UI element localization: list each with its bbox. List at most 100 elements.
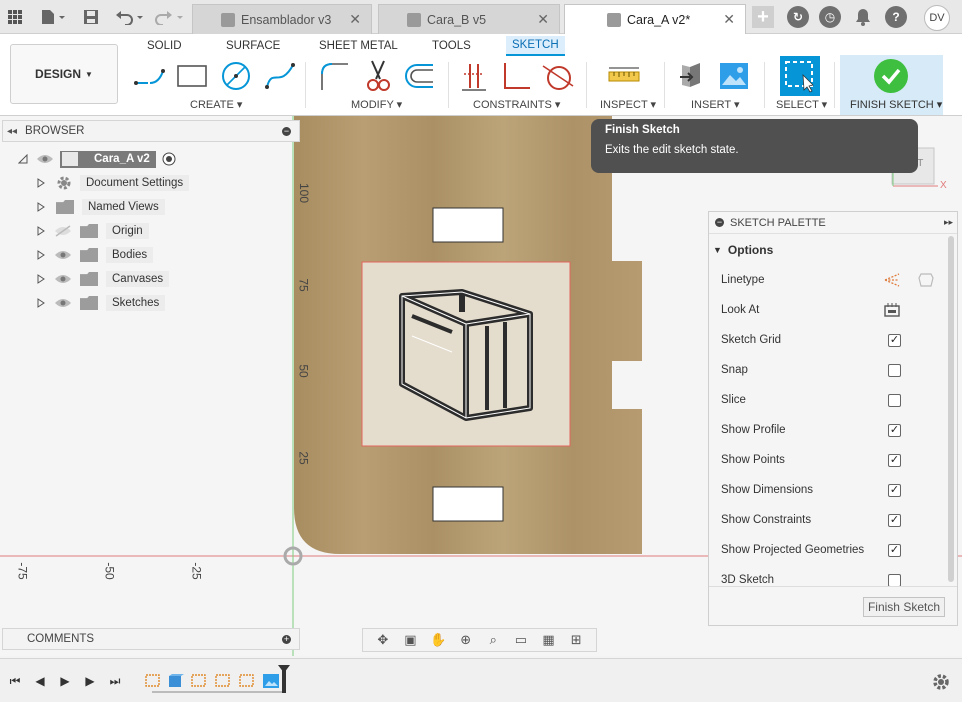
new-tab-button[interactable]: + [752,6,774,28]
show-profile-checkbox[interactable]: ✓ [888,423,901,437]
timeline-sketch-step[interactable] [214,673,232,689]
app-grid-icon[interactable] [6,7,24,27]
tab-cara-a[interactable]: Cara_A v2* ✕ [564,4,746,34]
inspect-group[interactable]: INSPECT ▾ [600,98,656,111]
tab-surface[interactable]: SURFACE [220,36,286,56]
insert-group[interactable]: INSERT ▾ [691,98,740,111]
show-dimensions-checkbox[interactable]: ✓ [888,483,901,497]
tab-solid[interactable]: SOLID [141,36,188,56]
job-status-icon[interactable]: ◷ [819,6,841,28]
tab-sheet-metal[interactable]: SHEET METAL [313,36,404,56]
step-back-icon[interactable]: ◀ [31,672,49,690]
eye-hidden-icon[interactable] [54,225,72,237]
minus-icon[interactable]: − [282,126,291,136]
tab-sketch[interactable]: SKETCH [506,36,565,56]
timeline-sketch-step[interactable] [190,673,208,689]
options-section[interactable]: ▼ Options [713,240,773,260]
3d-sketch-checkbox[interactable] [888,573,901,587]
tab-ensamblador[interactable]: Ensamblador v3 ✕ [192,4,372,34]
gear-icon[interactable] [932,673,950,691]
file-menu-icon[interactable] [38,7,68,27]
eye-icon[interactable] [54,297,72,309]
tab-tools[interactable]: TOOLS [426,36,477,56]
browser-item-document-settings[interactable]: Document Settings [0,171,190,195]
snap-checkbox[interactable] [888,363,901,377]
help-icon[interactable]: ? [885,6,907,28]
play-icon[interactable]: ▶ [56,672,74,690]
extensions-icon[interactable]: ↻ [787,6,809,28]
sketch-grid-checkbox[interactable]: ✓ [888,333,901,347]
orbit-icon[interactable]: ✥ [375,632,391,647]
undo-icon[interactable] [114,7,146,27]
save-icon[interactable] [82,7,100,27]
eye-icon[interactable] [36,153,54,165]
linetype-toggle-icon[interactable] [917,272,935,288]
show-points-checkbox[interactable]: ✓ [888,453,901,467]
eye-icon[interactable] [54,273,72,285]
trim-icon[interactable] [360,58,396,94]
plus-icon[interactable]: + [282,634,291,644]
insert-derive-icon[interactable] [676,58,712,94]
spline-icon[interactable] [262,58,298,94]
browser-root[interactable]: Cara_A v2 [0,147,176,171]
redo-icon[interactable] [154,7,186,27]
close-icon[interactable]: ✕ [537,11,549,28]
browser-item-named-views[interactable]: Named Views [0,195,165,219]
look-at-icon[interactable] [883,302,901,318]
finish-sketch-button[interactable]: FINISH SKETCH ▾ [840,55,943,115]
circle-icon[interactable] [218,58,254,94]
constraints-group[interactable]: CONSTRAINTS ▾ [473,98,560,111]
browser-item-canvases[interactable]: Canvases [0,267,170,291]
insert-canvas-icon[interactable] [716,58,752,94]
zoom-icon[interactable]: ⊕ [458,632,474,647]
viewports-icon[interactable]: ⊞ [568,632,584,647]
rectangle-icon[interactable] [174,58,210,94]
slice-checkbox[interactable] [888,393,901,407]
expand-arrow-icon[interactable] [36,274,46,284]
timeline-extrude-step[interactable] [166,673,184,689]
tangent-constraint-icon[interactable] [540,58,576,94]
expanded-arrow-icon[interactable] [18,154,28,164]
browser-item-origin[interactable]: Origin [0,219,149,243]
timeline-sketch-step[interactable] [144,673,162,689]
close-icon[interactable]: ✕ [723,11,735,28]
root-component[interactable]: Cara_A v2 [60,150,156,168]
browser-header[interactable]: ◂◂ BROWSER − [2,120,300,142]
expand-arrow-icon[interactable] [36,226,46,236]
eye-icon[interactable] [54,249,72,261]
minus-icon[interactable]: − [715,218,724,227]
tab-cara-b[interactable]: Cara_B v5 ✕ [378,4,560,34]
expand-arrow-icon[interactable] [36,298,46,308]
select-icon[interactable] [780,56,820,96]
timeline-canvas-step[interactable] [262,673,280,689]
expand-arrow-icon[interactable] [36,202,46,212]
avatar[interactable]: DV [924,5,950,31]
line-icon[interactable] [132,58,168,94]
close-icon[interactable]: ✕ [349,11,361,28]
modify-group[interactable]: MODIFY ▾ [351,98,402,111]
create-group[interactable]: CREATE ▾ [190,98,242,111]
perpendicular-constraint-icon[interactable] [498,58,534,94]
finish-sketch-palette-button[interactable]: Finish Sketch [862,597,945,617]
collapse-icon[interactable]: ◂◂ [7,126,17,137]
show-constraints-checkbox[interactable]: ✓ [888,513,901,527]
go-to-start-icon[interactable]: ⏮ [6,672,24,690]
timeline-marker-head[interactable] [278,665,290,673]
expand-arrow-icon[interactable] [36,178,46,188]
offset-icon[interactable] [402,58,438,94]
comments-panel[interactable]: COMMENTS + [2,628,300,650]
grid-icon[interactable]: ▦ [541,632,557,647]
browser-item-bodies[interactable]: Bodies [0,243,154,267]
expand-panel-icon[interactable]: ▸▸ [944,217,953,228]
radio-active-icon[interactable] [162,152,176,166]
browser-item-sketches[interactable]: Sketches [0,291,166,315]
expand-arrow-icon[interactable] [36,250,46,260]
palette-header[interactable]: − SKETCH PALETTE ▸▸ [709,212,957,234]
go-to-end-icon[interactable]: ⏭ [106,672,124,690]
pan-icon[interactable]: ✋ [430,632,446,647]
look-at-icon[interactable]: ▣ [402,632,418,647]
step-forward-icon[interactable]: ▶ [81,672,99,690]
linetype-icon[interactable] [883,272,901,288]
fit-icon[interactable]: ⌕ [485,632,501,647]
show-projected-geometries-checkbox[interactable]: ✓ [888,543,901,557]
